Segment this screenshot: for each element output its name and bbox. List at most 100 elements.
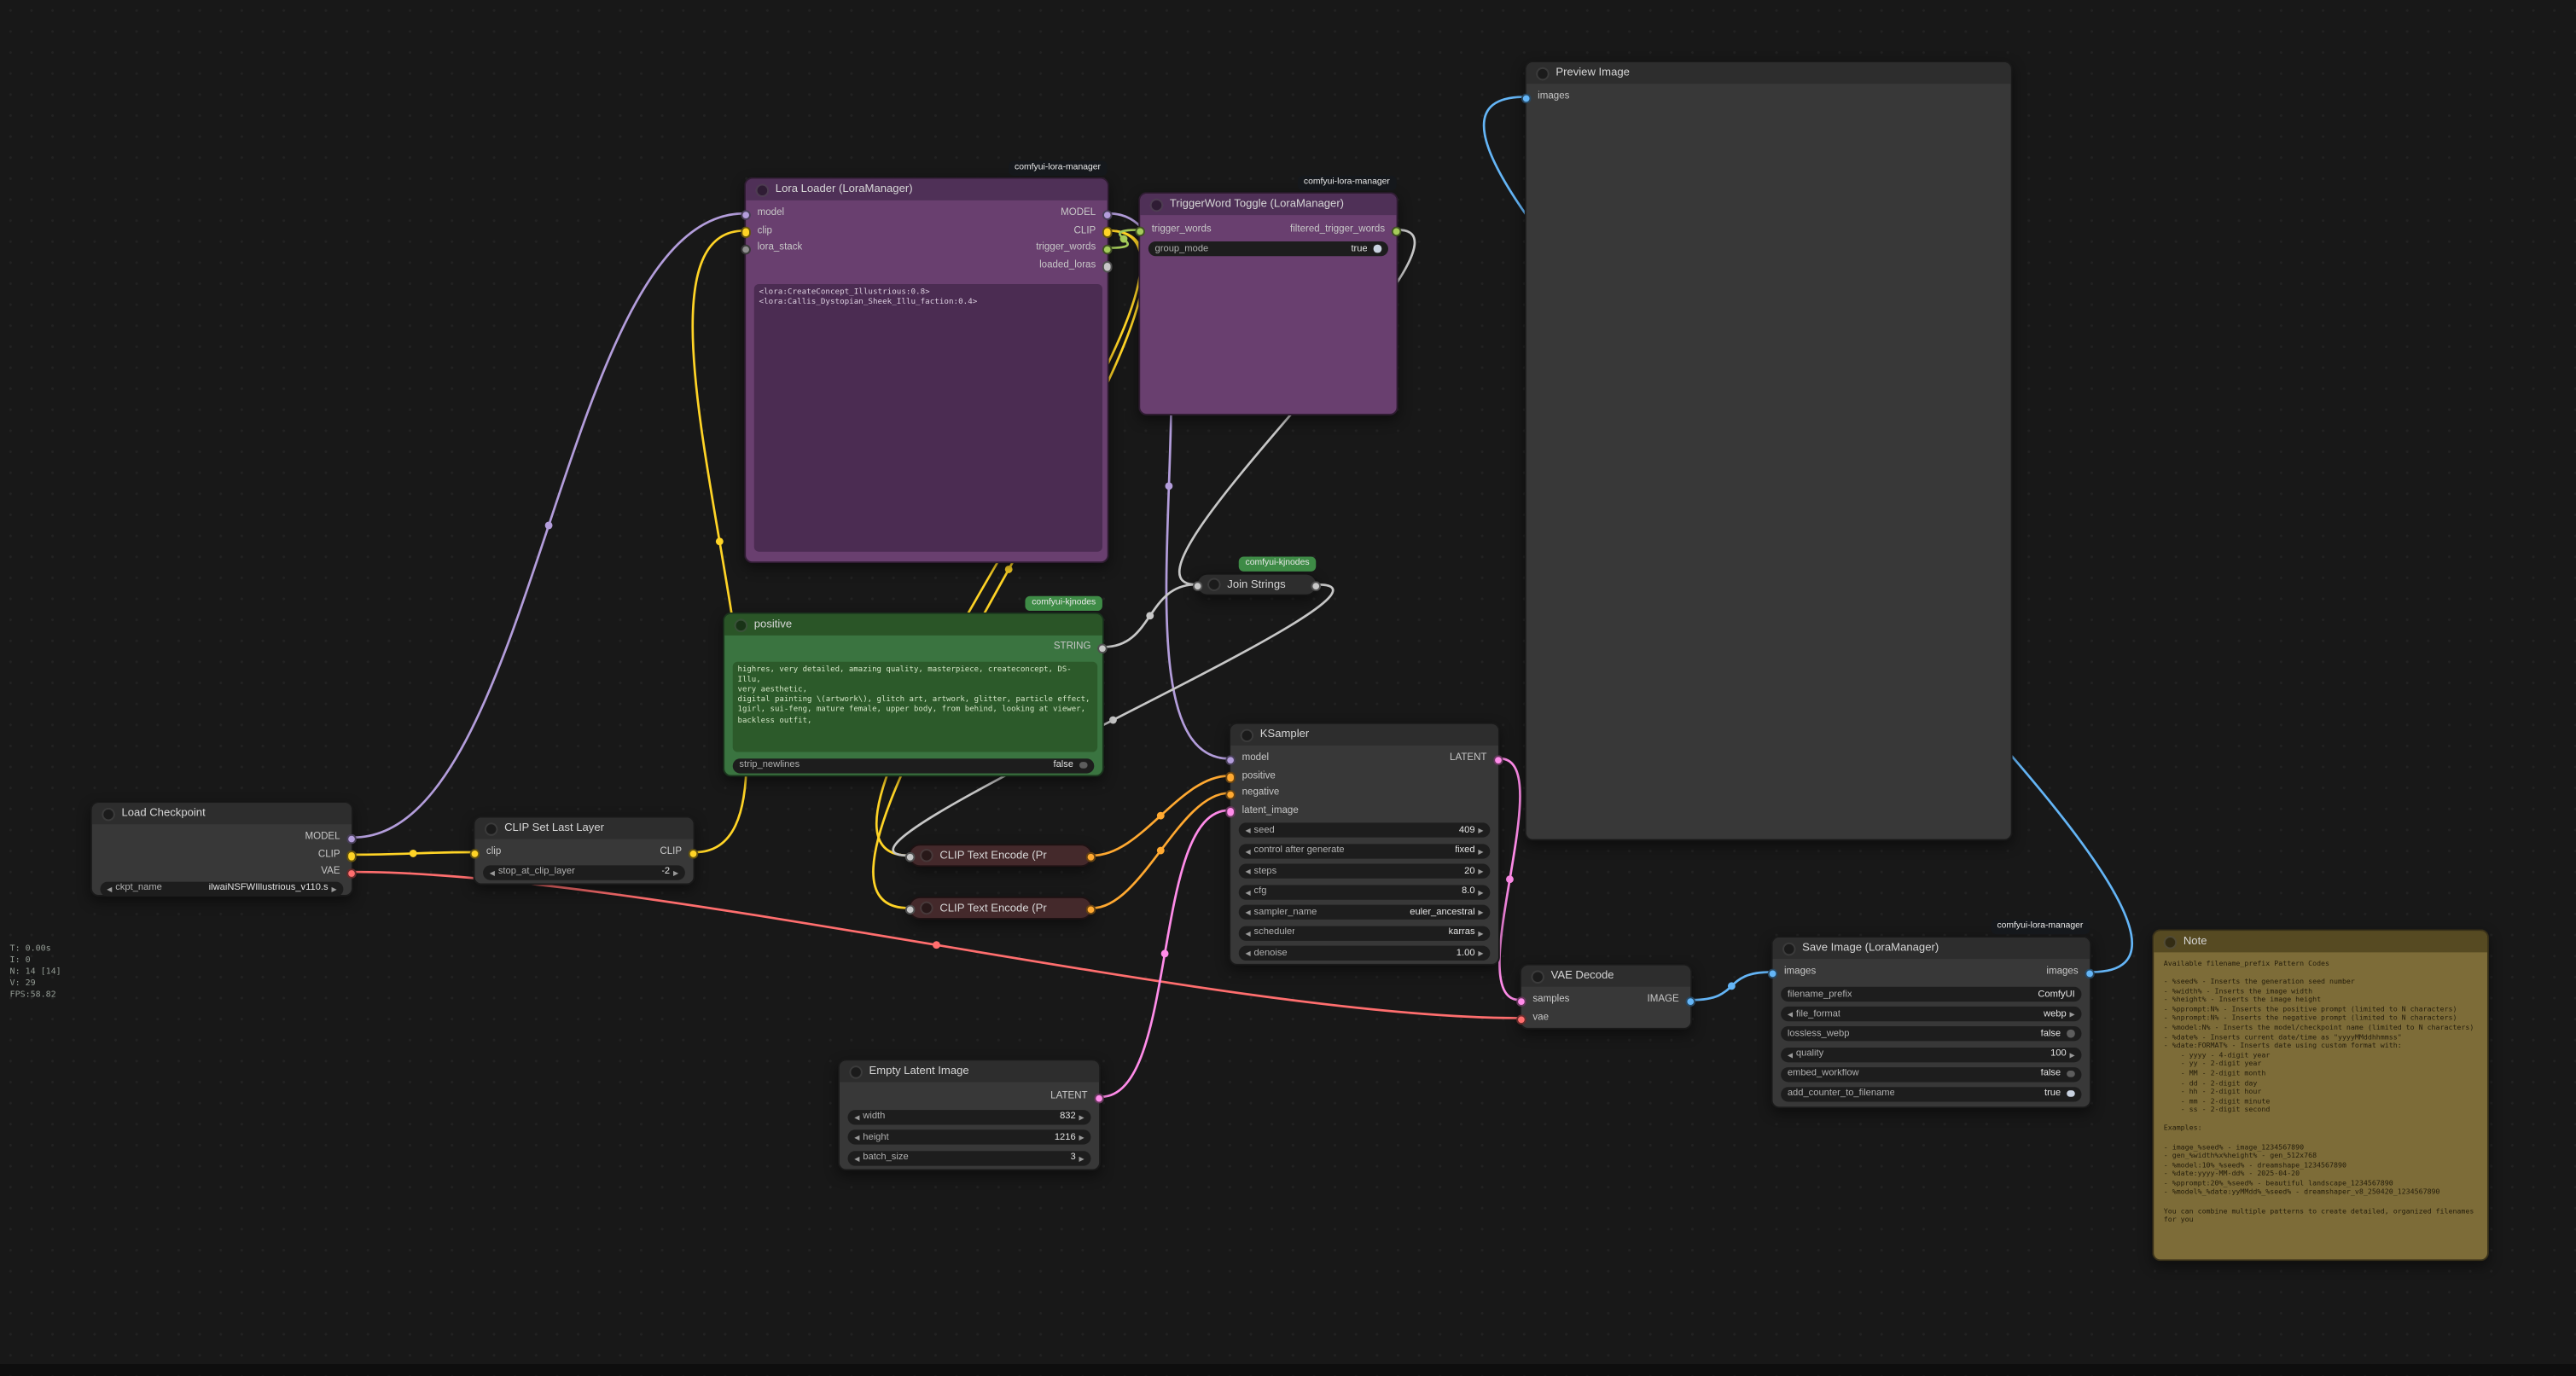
node-titlebar[interactable]: Empty Latent Image [840, 1060, 1099, 1082]
collapse-dot-icon[interactable] [1241, 729, 1253, 741]
increment-arrow-icon[interactable]: ▶ [1079, 1129, 1084, 1144]
decrement-arrow-icon[interactable]: ◀ [1245, 926, 1250, 940]
decrement-arrow-icon[interactable]: ◀ [1245, 885, 1250, 899]
decrement-arrow-icon[interactable]: ◀ [1788, 1007, 1793, 1021]
decrement-arrow-icon[interactable]: ◀ [107, 881, 112, 896]
node-preview-image[interactable]: Preview Imageimages [1525, 61, 2013, 840]
collapse-dot-icon[interactable] [920, 902, 933, 914]
increment-arrow-icon[interactable]: ▶ [2070, 1047, 2075, 1061]
collapsed-output-port[interactable] [1311, 581, 1321, 591]
decrement-arrow-icon[interactable]: ◀ [1245, 843, 1250, 857]
strip_newlines-widget[interactable]: strip_newlinesfalse [733, 758, 1095, 772]
node-triggerword-toggle[interactable]: comfyui-lora-managerTriggerWord Toggle (… [1138, 192, 1398, 415]
node-empty-latent-image[interactable]: Empty Latent ImageLATENT◀width832▶◀heigh… [838, 1059, 1101, 1170]
collapse-dot-icon[interactable] [2164, 935, 2177, 948]
node-vae-decode[interactable]: VAE DecodesamplesvaeIMAGE [1520, 964, 1692, 1030]
trigger_words-input-port[interactable] [1135, 226, 1145, 236]
node-join-strings[interactable]: comfyui-kjnodesJoin Strings [1196, 573, 1317, 596]
sampler_name-widget[interactable]: ◀sampler_nameeuler_ancestral▶ [1239, 905, 1491, 920]
positive-input-port[interactable] [1225, 772, 1236, 782]
node-clip-set-last-layer[interactable]: CLIP Set Last LayerclipCLIP◀stop_at_clip… [474, 816, 695, 885]
node-clip-text-encode-negative[interactable]: CLIP Text Encode (Pr [909, 897, 1093, 920]
loaded_loras-output-port[interactable] [1102, 262, 1113, 272]
CLIP-output-port[interactable] [346, 851, 357, 862]
scheduler-widget[interactable]: ◀schedulerkarras▶ [1239, 926, 1491, 940]
collapse-dot-icon[interactable] [1207, 578, 1220, 591]
node-titlebar[interactable]: Join Strings [1198, 575, 1317, 595]
collapsed-output-port[interactable] [1085, 852, 1096, 862]
decrement-arrow-icon[interactable]: ◀ [1245, 946, 1250, 961]
node-titlebar[interactable]: TriggerWord Toggle (LoraManager) [1140, 194, 1396, 215]
decrement-arrow-icon[interactable]: ◀ [490, 864, 495, 879]
lora-loader-text[interactable]: <lora:CreateConcept_Illustrious:0.8> <lo… [754, 284, 1102, 552]
node-titlebar[interactable]: Lora Loader (LoraManager) [746, 179, 1108, 200]
MODEL-output-port[interactable] [346, 833, 357, 844]
MODEL-output-port[interactable] [1102, 210, 1113, 220]
node-ksampler[interactable]: KSamplermodelpositivenegativelatent_imag… [1229, 723, 1500, 966]
add_counter_to_filename-widget[interactable]: add_counter_to_filenametrue [1781, 1086, 2081, 1100]
decrement-arrow-icon[interactable]: ◀ [854, 1109, 859, 1123]
node-load-checkpoint[interactable]: Load CheckpointMODELCLIPVAE◀ckpt_nameilw… [90, 801, 353, 897]
node-titlebar[interactable]: Note [2154, 931, 2487, 952]
collapse-dot-icon[interactable] [1536, 67, 1549, 79]
toggle-dot[interactable] [2067, 1089, 2075, 1097]
node-titlebar[interactable]: CLIP Set Last Layer [474, 818, 693, 839]
samples-input-port[interactable] [1516, 996, 1526, 1007]
collapse-dot-icon[interactable] [756, 183, 769, 196]
model-input-port[interactable] [741, 210, 751, 220]
control_after_generate-widget[interactable]: ◀control after generatefixed▶ [1239, 843, 1491, 857]
node-lora-loader[interactable]: comfyui-lora-managerLora Loader (LoraMan… [744, 177, 1108, 563]
images-input-port[interactable] [1767, 968, 1777, 978]
increment-arrow-icon[interactable]: ▶ [673, 864, 678, 879]
collapse-dot-icon[interactable] [1782, 942, 1795, 955]
toggle-dot[interactable] [2067, 1030, 2075, 1037]
node-save-image[interactable]: comfyui-lora-managerSave Image (LoraMana… [1771, 936, 2091, 1108]
increment-arrow-icon[interactable]: ▶ [1079, 1150, 1084, 1164]
batch_size-widget[interactable]: ◀batch_size3▶ [848, 1150, 1091, 1164]
positive-prompt-text[interactable]: highres, very detailed, amazing quality,… [733, 662, 1097, 752]
filename_prefix-widget[interactable]: filename_prefixComfyUI [1781, 987, 2081, 1002]
increment-arrow-icon[interactable]: ▶ [1478, 926, 1483, 940]
node-titlebar[interactable]: CLIP Text Encode (Pr [910, 845, 1091, 865]
toggle-dot[interactable] [2067, 1070, 2075, 1077]
node-titlebar[interactable]: KSampler [1230, 724, 1498, 746]
collapse-dot-icon[interactable] [102, 807, 114, 820]
trigger_words-output-port[interactable] [1102, 244, 1113, 254]
node-titlebar[interactable]: Preview Image [1526, 62, 2011, 84]
clip-input-port[interactable] [741, 227, 751, 237]
negative-input-port[interactable] [1225, 789, 1236, 799]
CLIP-output-port[interactable] [688, 849, 698, 859]
file_format-widget[interactable]: ◀file_formatwebp▶ [1781, 1007, 2081, 1021]
node-clip-text-encode-positive[interactable]: CLIP Text Encode (Pr [909, 844, 1093, 867]
vae-input-port[interactable] [1516, 1014, 1526, 1025]
decrement-arrow-icon[interactable]: ◀ [1788, 1047, 1793, 1061]
LATENT-output-port[interactable] [1094, 1094, 1104, 1104]
increment-arrow-icon[interactable]: ▶ [1478, 843, 1483, 857]
decrement-arrow-icon[interactable]: ◀ [854, 1150, 859, 1164]
VAE-output-port[interactable] [346, 868, 357, 879]
height-widget[interactable]: ◀height1216▶ [848, 1129, 1091, 1144]
decrement-arrow-icon[interactable]: ◀ [1245, 822, 1250, 837]
decrement-arrow-icon[interactable]: ◀ [854, 1129, 859, 1144]
decrement-arrow-icon[interactable]: ◀ [1245, 863, 1250, 878]
increment-arrow-icon[interactable]: ▶ [331, 881, 336, 896]
collapse-dot-icon[interactable] [920, 849, 933, 862]
clip-input-port[interactable] [469, 849, 480, 859]
collapse-dot-icon[interactable] [485, 822, 497, 834]
node-titlebar[interactable]: Load Checkpoint [92, 803, 352, 824]
node-titlebar[interactable]: CLIP Text Encode (Pr [910, 898, 1091, 918]
stop_at_clip_layer-widget[interactable]: ◀stop_at_clip_layer-2▶ [483, 864, 685, 879]
filtered_trigger_words-output-port[interactable] [1391, 226, 1401, 236]
embed_workflow-widget[interactable]: embed_workflowfalse [1781, 1066, 2081, 1081]
LATENT-output-port[interactable] [1493, 755, 1503, 765]
images-output-port[interactable] [2085, 968, 2095, 978]
toggle-dot[interactable] [1080, 762, 1088, 769]
model-input-port[interactable] [1225, 755, 1236, 765]
group_mode-widget[interactable]: group_modetrue [1148, 241, 1388, 256]
decrement-arrow-icon[interactable]: ◀ [1245, 905, 1250, 920]
node-note[interactable]: NoteAvailable filename_prefix Pattern Co… [2152, 929, 2489, 1261]
increment-arrow-icon[interactable]: ▶ [1478, 885, 1483, 899]
ckpt_name-widget[interactable]: ◀ckpt_nameilwaiNSFWIllustrious_v110.s▶ [100, 881, 343, 896]
increment-arrow-icon[interactable]: ▶ [1478, 863, 1483, 878]
node-titlebar[interactable]: Save Image (LoraManager) [1773, 938, 2090, 959]
